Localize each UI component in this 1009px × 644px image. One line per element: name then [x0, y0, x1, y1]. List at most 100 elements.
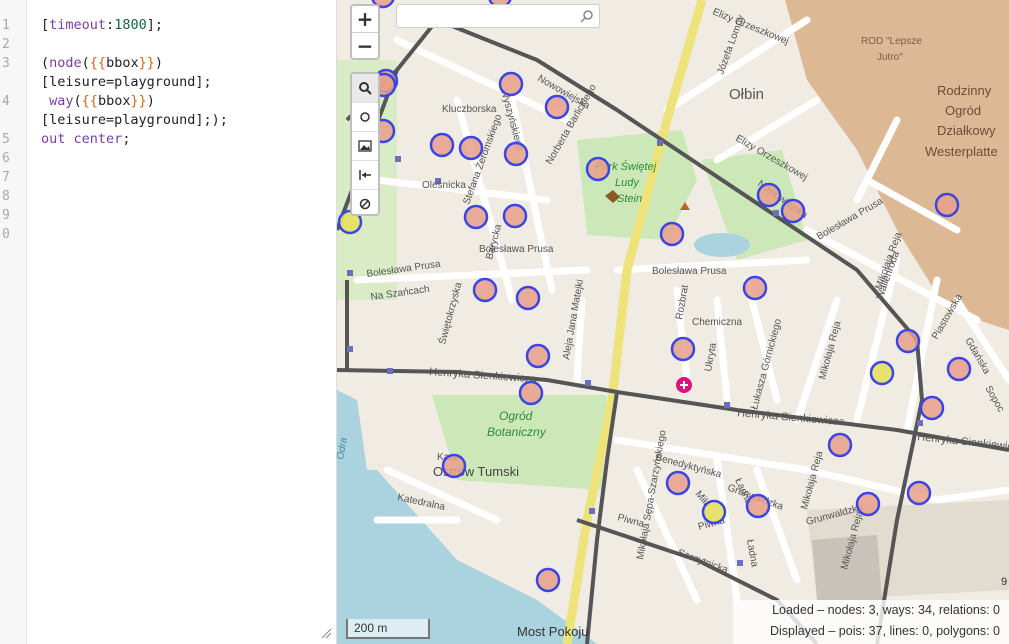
label-olbin: Ołbin	[729, 86, 764, 103]
data-stats: Loaded – nodes: 3, ways: 34, relations: …	[733, 600, 1009, 644]
map-canvas[interactable]: Ołbin ROD "Lepsze Jutro" Rodzinny Ogród …	[337, 0, 1009, 644]
playground-marker[interactable]	[659, 221, 685, 247]
code-line-1[interactable]: [timeout:1800];	[41, 16, 163, 35]
zoom-in-button[interactable]: +	[352, 6, 378, 33]
map-search-input[interactable]	[399, 7, 579, 27]
playground-marker[interactable]	[780, 198, 806, 224]
code-line-3[interactable]: (node({{bbox}})	[41, 54, 163, 73]
code-token: bbox	[97, 93, 131, 109]
playground-marker[interactable]	[463, 204, 489, 230]
line-number: 1	[2, 18, 10, 33]
code-token: :	[106, 17, 115, 33]
stats-loaded: Loaded – nodes: 3, ways: 34, relations: …	[772, 603, 1000, 617]
scale-bar: 200 m	[346, 619, 430, 639]
playground-marker[interactable]	[458, 135, 484, 161]
map-toolbar	[350, 72, 380, 216]
playground-marker[interactable]	[934, 192, 960, 218]
playground-marker[interactable]	[919, 395, 945, 421]
label-street: Oleśnicka	[422, 180, 466, 191]
playground-marker[interactable]	[535, 567, 561, 593]
resize-grip-icon[interactable]	[321, 628, 332, 639]
toggle-data-button[interactable]	[352, 190, 378, 218]
locate-button[interactable]	[352, 103, 378, 132]
playground-marker[interactable]	[525, 343, 551, 369]
line-number: 4	[2, 94, 10, 109]
label-rodzinny: Rodzinny	[937, 83, 992, 98]
no-entry-icon	[359, 198, 371, 210]
playground-marker[interactable]	[745, 493, 771, 519]
image-icon	[358, 140, 372, 152]
pond	[694, 233, 750, 257]
label-street: Kluczborska	[442, 104, 497, 115]
label-street: Sopoc	[982, 384, 1006, 414]
label-rodzinny: Działkowy	[937, 123, 996, 138]
playground-marker[interactable]	[429, 132, 455, 158]
playground-marker[interactable]	[670, 336, 696, 362]
playground-marker[interactable]	[827, 432, 853, 458]
playground-marker[interactable]	[498, 71, 524, 97]
playground-marker[interactable]	[585, 156, 611, 182]
code-token: timeout	[49, 17, 107, 33]
playground-marker[interactable]	[906, 480, 932, 506]
playground-marker[interactable]	[756, 182, 782, 208]
export-image-button[interactable]	[352, 132, 378, 161]
playground-marker[interactable]	[472, 277, 498, 303]
label-park: Stein	[617, 193, 642, 205]
playground-marker-highlighted[interactable]	[701, 499, 727, 525]
playground-marker[interactable]	[895, 328, 921, 354]
map-view[interactable]: Ołbin ROD "Lepsze Jutro" Rodzinny Ogród …	[337, 0, 1009, 644]
circle-icon	[360, 112, 370, 122]
code-token: {{	[81, 93, 98, 109]
playground-marker[interactable]	[855, 491, 881, 517]
playground-marker[interactable]	[503, 141, 529, 167]
line-number: 5	[2, 132, 10, 147]
playground-marker[interactable]	[502, 203, 528, 229]
code-line-4[interactable]: way({{bbox}})	[41, 92, 155, 111]
label-street: Henryka Sienkiewicza	[737, 407, 846, 428]
label-rodzinny: Westerplatte	[925, 144, 998, 159]
label-street: Ukryta	[703, 342, 719, 373]
playground-marker[interactable]	[518, 380, 544, 406]
playground-marker-highlighted[interactable]	[869, 360, 895, 386]
zoom-control: + −	[350, 4, 380, 60]
code-token: }}	[138, 55, 155, 71]
line-number: 3	[2, 56, 10, 71]
code-token: way	[49, 93, 74, 109]
label-street: Henryka Sienkiewicza	[917, 431, 1009, 454]
playground-marker[interactable]	[544, 94, 570, 120]
playground-marker[interactable]	[515, 285, 541, 311]
label-rodzinny: Ogród	[945, 103, 981, 118]
playground-marker[interactable]	[441, 453, 467, 479]
label-street: Elizy Orzeszkowej	[711, 7, 790, 48]
label-rod: Jutro"	[877, 52, 903, 63]
stats-displayed: Displayed – pois: 37, lines: 0, polygons…	[770, 624, 1000, 638]
playground-marker[interactable]	[665, 470, 691, 496]
code-line-4-wrap[interactable]: [leisure=playground];);	[41, 111, 228, 130]
label-most: Most Pokoju	[517, 624, 589, 639]
playground-marker[interactable]	[742, 275, 768, 301]
playground-marker[interactable]	[946, 356, 972, 382]
fit-bounds-button[interactable]	[352, 161, 378, 190]
search-icon	[359, 82, 372, 95]
arrow-left-bar-icon	[359, 170, 371, 180]
code-line-5[interactable]: out center;	[41, 130, 130, 149]
label-ogrod: Botaniczny	[487, 425, 547, 439]
code-token: 1800	[114, 17, 147, 33]
code-token: (	[73, 93, 82, 109]
zoom-to-data-button[interactable]	[352, 74, 378, 103]
label-number: 9	[1001, 576, 1007, 588]
query-editor[interactable]: 1 2 3 4 5 6 7 8 9 0 [timeout:1800]; (nod…	[0, 0, 337, 644]
code-token: node	[49, 55, 82, 71]
line-number: 8	[2, 189, 10, 204]
code-token: (	[41, 55, 50, 71]
zoom-out-button[interactable]: −	[352, 33, 378, 59]
label-street: Henryka Sienkiewicza	[429, 366, 538, 386]
code-token: [	[41, 17, 50, 33]
code-token: }}	[130, 93, 147, 109]
search-icon[interactable]	[580, 9, 594, 23]
code-token: out	[41, 131, 66, 147]
label-street: Mikołaja Reja	[799, 450, 825, 511]
code-line-3-wrap[interactable]: [leisure=playground];	[41, 73, 212, 92]
river-area	[337, 470, 597, 644]
